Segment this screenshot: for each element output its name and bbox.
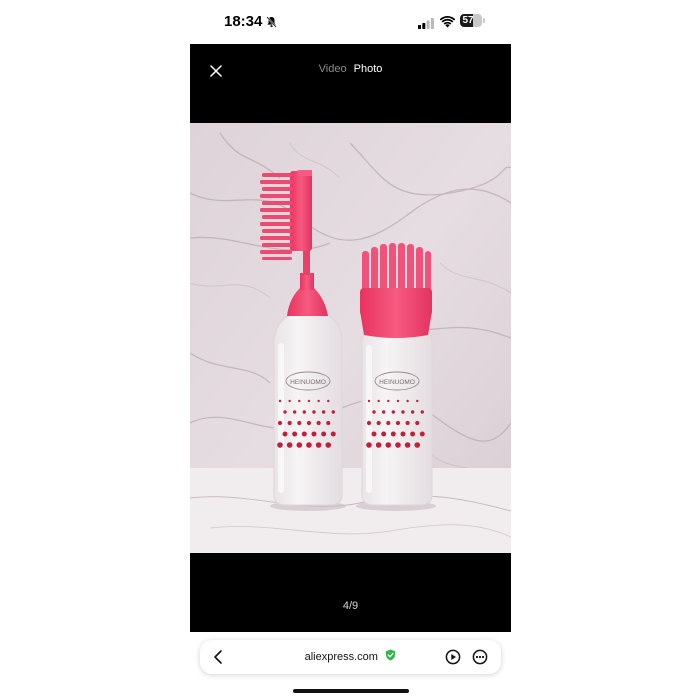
- battery-level: 57: [462, 15, 474, 26]
- bottle-dot: [385, 442, 392, 448]
- bottle-dot: [316, 420, 321, 426]
- bottle-dot: [317, 399, 320, 403]
- bottle-dot: [367, 399, 371, 403]
- media-viewer: Video Photo HEINUOMO HEINUOMO 4/9: [190, 44, 511, 632]
- bottle-dot: [306, 420, 312, 426]
- bottle-dot: [387, 399, 390, 403]
- bell-slash-icon: [266, 15, 277, 33]
- bottle-dot: [419, 431, 425, 437]
- bottle-dot: [283, 410, 287, 414]
- bottle-dot: [296, 442, 303, 448]
- bottle-dot: [420, 410, 424, 414]
- bottle-dot: [366, 420, 372, 426]
- bottle-dot: [330, 431, 336, 437]
- bottle-dot: [282, 431, 288, 437]
- bottle-dot: [306, 442, 312, 448]
- tab-video[interactable]: Video: [319, 63, 347, 75]
- bottle-dot: [287, 420, 292, 426]
- bottle-dot: [372, 410, 376, 414]
- bottle-dot: [381, 431, 387, 437]
- bottle-dot: [311, 431, 317, 437]
- bottle-dot: [301, 431, 307, 437]
- bottle-dot: [416, 399, 419, 403]
- bottle-dot: [312, 410, 316, 414]
- bottle-dot: [327, 399, 330, 403]
- bottle-dot: [405, 420, 410, 426]
- home-indicator[interactable]: [293, 689, 409, 693]
- status-bar: 18:34 57: [190, 0, 511, 44]
- bottle-dot: [400, 431, 406, 437]
- bottle-dot: [410, 410, 415, 414]
- bottle-dot: [381, 410, 386, 414]
- brand-mark-right: HEINUOMO: [379, 379, 415, 386]
- page-counter: 4/9: [342, 600, 359, 612]
- bottle-dot: [386, 420, 391, 426]
- bottle-dot: [406, 399, 409, 403]
- signal-icon: [418, 16, 434, 34]
- bottle-dot: [401, 410, 405, 414]
- bottle-dot: [321, 410, 326, 414]
- phone-screen: 18:34 57 Video Photo HEINUOMO HEINUOMO 4…: [190, 0, 511, 700]
- bottle-dot: [297, 420, 302, 426]
- bottle-dot: [292, 410, 297, 414]
- bottle-dot: [414, 442, 421, 448]
- brand-mark-left: HEINUOMO: [290, 379, 326, 386]
- bottle-dot: [315, 442, 322, 448]
- bottle-dot: [298, 399, 301, 403]
- bottle-dot: [366, 442, 372, 448]
- bottle-dot: [302, 410, 307, 414]
- bottle-dot: [377, 399, 380, 403]
- bottle-dot: [395, 442, 401, 448]
- bottle-dot: [321, 431, 327, 437]
- secure-check-icon: [385, 640, 396, 674]
- bottle-dot: [326, 420, 331, 426]
- browser-address-bar: aliexpress.com: [200, 640, 501, 674]
- bottle-dot: [410, 431, 416, 437]
- bottle-dot: [396, 399, 400, 403]
- product-photo[interactable]: HEINUOMO HEINUOMO: [190, 123, 511, 553]
- bottle-dot: [325, 442, 332, 448]
- more-icon[interactable]: [472, 649, 488, 670]
- bottle-dot: [404, 442, 411, 448]
- bottle-dot: [390, 431, 396, 437]
- tab-photo[interactable]: Photo: [354, 63, 383, 75]
- bottle-dot: [286, 442, 293, 448]
- status-time: 18:34: [224, 13, 263, 30]
- wifi-icon: [439, 15, 456, 33]
- bottle-dot: [391, 410, 396, 414]
- bottle-dot: [277, 442, 283, 448]
- media-mode-tabs: Video Photo: [190, 63, 511, 75]
- bottle-dot: [371, 431, 377, 437]
- url-text: aliexpress.com: [304, 651, 378, 663]
- bottle-dot: [376, 420, 381, 426]
- bottle-dot: [395, 420, 401, 426]
- bottle-dot: [331, 410, 335, 414]
- bottle-dot: [307, 399, 311, 403]
- bottle-dot: [375, 442, 382, 448]
- play-icon[interactable]: [445, 649, 461, 670]
- bottle-dot: [277, 420, 283, 426]
- bottle-dot: [288, 399, 291, 403]
- bottle-dot: [278, 399, 282, 403]
- bottle-dot: [292, 431, 298, 437]
- bottle-dot: [415, 420, 420, 426]
